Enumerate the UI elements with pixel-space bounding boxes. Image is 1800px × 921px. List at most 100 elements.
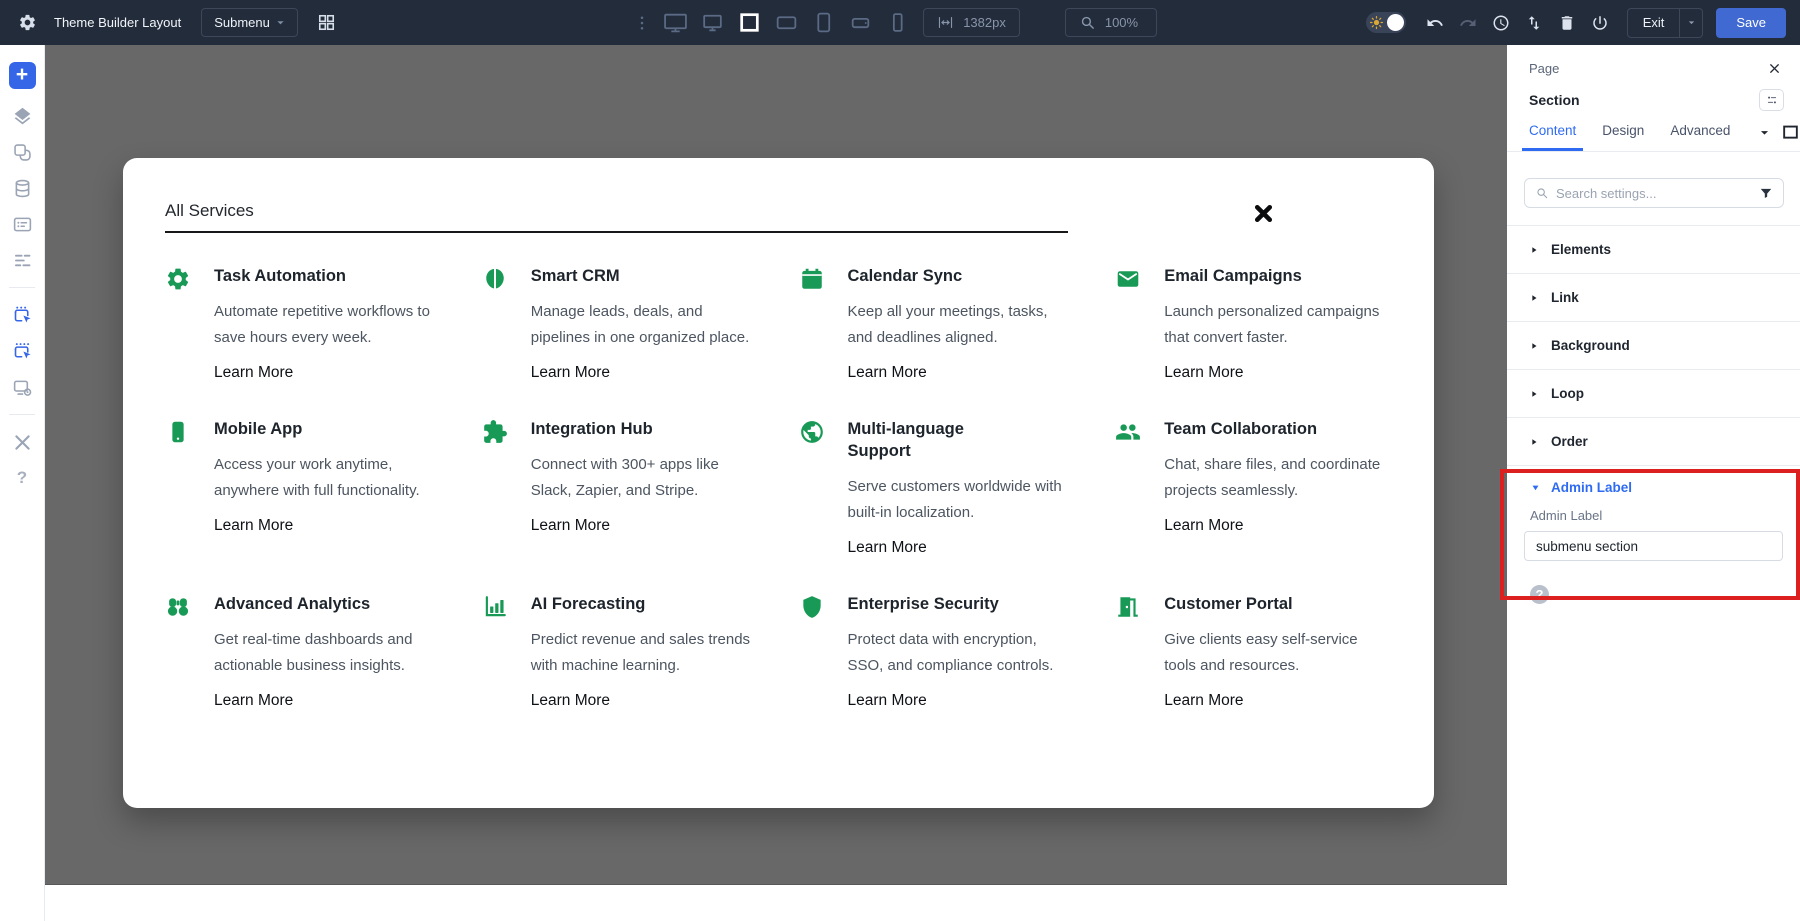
accordion-loop[interactable]: Loop xyxy=(1507,370,1800,418)
gear-icon xyxy=(165,266,191,292)
accordion-label: Loop xyxy=(1551,386,1584,401)
template-dropdown-value: Submenu xyxy=(214,15,270,30)
admin-label-input[interactable] xyxy=(1524,531,1783,561)
learn-more-link[interactable]: Learn More xyxy=(531,364,610,382)
shield-icon xyxy=(799,594,825,620)
learn-more-link[interactable]: Learn More xyxy=(214,517,293,535)
service-description: Connect with 300+ apps like Slack, Zapie… xyxy=(531,452,759,504)
learn-more-link[interactable]: Learn More xyxy=(1164,517,1243,535)
tab-content[interactable]: Content xyxy=(1529,123,1576,151)
structure-layers-icon[interactable] xyxy=(10,104,34,128)
zoom-control[interactable]: 100% xyxy=(1065,8,1157,37)
pages-icon[interactable] xyxy=(10,140,34,164)
import-export-icon[interactable] xyxy=(1518,14,1551,32)
services-grid: Task AutomationAutomate repetitive workf… xyxy=(165,265,1392,710)
theme-mode-toggle[interactable] xyxy=(1366,12,1406,33)
settings-gear-icon[interactable] xyxy=(12,8,42,38)
history-icon[interactable] xyxy=(1485,14,1518,32)
service-item: AI ForecastingPredict revenue and sales … xyxy=(482,593,759,710)
settings-accordions: Elements Link Background Loop Order xyxy=(1507,226,1800,466)
redo-icon[interactable] xyxy=(1452,14,1485,32)
learn-more-link[interactable]: Learn More xyxy=(531,692,610,710)
search-box xyxy=(1524,178,1784,208)
exit-button[interactable]: Exit xyxy=(1628,9,1680,37)
form-fields-icon[interactable] xyxy=(10,248,34,272)
builder-window: Theme Builder Layout Submenu 1382px 100% xyxy=(0,0,1800,921)
mega-menu-card[interactable]: All Services Task AutomationAutomate rep… xyxy=(123,158,1434,808)
breakpoint-desktop-xl-icon[interactable] xyxy=(663,10,688,35)
learn-more-link[interactable]: Learn More xyxy=(848,692,927,710)
search-input[interactable] xyxy=(1556,186,1752,201)
learn-more-link[interactable]: Learn More xyxy=(214,692,293,710)
undo-icon[interactable] xyxy=(1419,14,1452,32)
sun-icon xyxy=(1369,15,1384,30)
learn-more-link[interactable]: Learn More xyxy=(214,364,293,382)
service-description: Get real-time dashboards and actionable … xyxy=(214,627,442,679)
service-body: Integration HubConnect with 300+ apps li… xyxy=(531,418,759,557)
sliders-icon[interactable] xyxy=(1759,89,1784,111)
service-item: Calendar SyncKeep all your meetings, tas… xyxy=(799,265,1076,382)
square-outline-icon[interactable] xyxy=(1780,123,1800,142)
power-icon[interactable] xyxy=(1584,14,1617,32)
service-title: Customer Portal xyxy=(1164,593,1346,615)
chevron-down-icon xyxy=(1685,16,1698,29)
learn-more-link[interactable]: Learn More xyxy=(848,539,927,557)
accordion-admin-label[interactable]: Admin Label xyxy=(1524,480,1783,495)
service-title: Enterprise Security xyxy=(848,593,1030,615)
breakpoint-mobile-portrait-icon[interactable] xyxy=(885,10,910,35)
service-body: Enterprise SecurityProtect data with enc… xyxy=(848,593,1076,710)
tab-advanced[interactable]: Advanced xyxy=(1670,123,1730,151)
help-icon[interactable]: ? xyxy=(1530,585,1549,604)
viewport-width-control[interactable]: 1382px xyxy=(923,8,1020,37)
bold-close-icon[interactable] xyxy=(1246,196,1280,230)
service-item: Task AutomationAutomate repetitive workf… xyxy=(165,265,442,382)
caret-right-icon xyxy=(1529,437,1539,447)
trash-icon[interactable] xyxy=(1551,14,1584,32)
admin-label-section-title: Admin Label xyxy=(1551,480,1632,495)
breakpoint-base-icon[interactable] xyxy=(737,10,762,35)
accordion-label: Link xyxy=(1551,290,1579,305)
panel-header: Page xyxy=(1507,45,1800,76)
breakpoint-desktop-icon[interactable] xyxy=(700,10,725,35)
tools-icon[interactable] xyxy=(10,430,34,454)
service-item: Integration HubConnect with 300+ apps li… xyxy=(482,418,759,557)
breakpoint-tablet-landscape-icon[interactable] xyxy=(774,10,799,35)
select-parent-icon[interactable] xyxy=(10,339,34,363)
learn-more-link[interactable]: Learn More xyxy=(1164,364,1243,382)
save-button[interactable]: Save xyxy=(1716,8,1786,38)
add-element-icon[interactable]: + xyxy=(9,62,36,89)
select-element-icon[interactable] xyxy=(10,303,34,327)
caret-right-icon xyxy=(1529,245,1539,255)
mega-menu-header: All Services xyxy=(165,200,1392,233)
template-dropdown[interactable]: Submenu xyxy=(201,8,298,37)
templates-grid-icon[interactable] xyxy=(311,8,341,38)
tab-design[interactable]: Design xyxy=(1602,123,1644,151)
service-body: Advanced AnalyticsGet real-time dashboar… xyxy=(214,593,442,710)
learn-more-link[interactable]: Learn More xyxy=(1164,692,1243,710)
learn-more-link[interactable]: Learn More xyxy=(531,517,610,535)
help-icon[interactable]: ? xyxy=(10,466,34,490)
filter-icon[interactable] xyxy=(1759,186,1773,200)
service-description: Give clients easy self-service tools and… xyxy=(1164,627,1392,679)
service-body: Multi-language SupportServe customers wo… xyxy=(848,418,1076,557)
accordion-link[interactable]: Link xyxy=(1507,274,1800,322)
chevron-down-icon[interactable] xyxy=(1756,124,1773,141)
display-settings-icon[interactable] xyxy=(10,375,34,399)
accordion-elements[interactable]: Elements xyxy=(1507,226,1800,274)
close-icon[interactable] xyxy=(1767,61,1782,76)
drag-dots-icon[interactable] xyxy=(633,12,651,34)
learn-more-link[interactable]: Learn More xyxy=(848,364,927,382)
breakpoint-tablet-portrait-icon[interactable] xyxy=(811,10,836,35)
accordion-background[interactable]: Background xyxy=(1507,322,1800,370)
breadcrumb[interactable]: Page xyxy=(1529,61,1559,76)
exit-dropdown-button[interactable] xyxy=(1679,9,1702,37)
database-icon[interactable] xyxy=(10,176,34,200)
canvas: All Services Task AutomationAutomate rep… xyxy=(45,45,1507,921)
service-body: Task AutomationAutomate repetitive workf… xyxy=(214,265,442,382)
components-icon[interactable] xyxy=(10,212,34,236)
panel-tabs: Content Design Advanced xyxy=(1507,111,1800,152)
service-item: Multi-language SupportServe customers wo… xyxy=(799,418,1076,557)
breakpoint-mobile-landscape-icon[interactable] xyxy=(848,10,873,35)
accordion-order[interactable]: Order xyxy=(1507,418,1800,466)
globe-icon xyxy=(799,419,825,445)
